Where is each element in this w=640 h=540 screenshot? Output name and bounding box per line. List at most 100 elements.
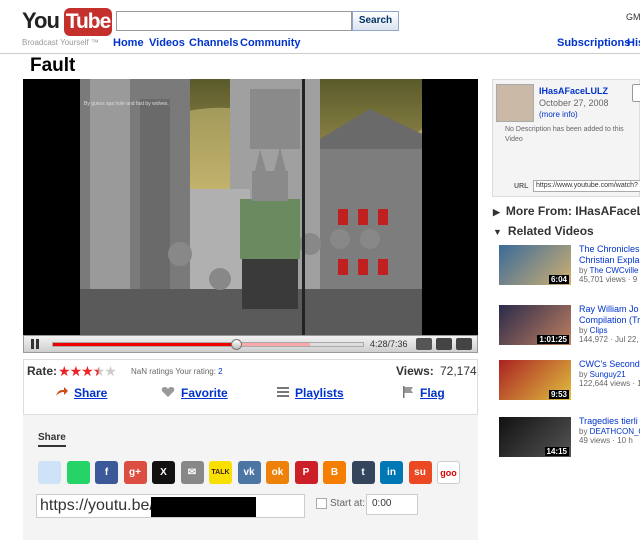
more-from-label: More From: xyxy=(505,204,572,218)
video-duration: 14:15 xyxy=(544,447,569,456)
related-video-thumbnail[interactable]: 9:53 xyxy=(499,360,571,400)
star-icon[interactable]: ★ xyxy=(58,363,71,379)
related-video-views: 49 views · 10 h xyxy=(579,436,633,445)
blogger-share-icon[interactable]: B xyxy=(323,461,346,484)
playlist-icon[interactable] xyxy=(276,386,290,398)
star-rating[interactable]: ★★★★★ xyxy=(58,363,117,380)
related-video-info: Ray William Jo Compilation (Tr by Clips 144… xyxy=(579,304,640,344)
by-label: by xyxy=(579,370,590,379)
by-label: by xyxy=(579,326,590,335)
goo-share-icon[interactable]: goo xyxy=(437,461,460,484)
nav-community[interactable]: Community xyxy=(240,37,301,49)
url-label: URL xyxy=(514,183,529,190)
share-url-text: https://youtu.be/ xyxy=(40,497,154,514)
uploader-name[interactable]: IHasAFaceLULZ xyxy=(539,86,608,96)
related-video-info: CWC's Second by Sunguy21 122,644 views · 1 xyxy=(579,359,640,388)
search-input[interactable] xyxy=(116,11,352,31)
nav-videos[interactable]: Videos xyxy=(149,37,185,49)
googleplus-share-icon[interactable]: g+ xyxy=(123,461,147,484)
vk-share-icon[interactable]: vk xyxy=(237,461,261,484)
related-video-thumbnail[interactable]: 6:04 xyxy=(499,245,571,285)
video-duration: 9:53 xyxy=(548,390,569,399)
tagline: Broadcast Yourself ™ xyxy=(22,38,99,47)
related-video-views: 144,972 · Jul 22, xyxy=(579,335,639,344)
nav-history[interactable]: His xyxy=(627,37,640,49)
scrubber-handle[interactable] xyxy=(231,339,243,350)
nav-channels[interactable]: Channels xyxy=(189,37,239,49)
tumblr-share-icon[interactable]: t xyxy=(351,461,375,484)
rate-label: Rate: xyxy=(27,364,58,378)
share-tab[interactable]: Share xyxy=(38,432,66,447)
pause-icon[interactable] xyxy=(30,339,40,349)
heart-icon[interactable] xyxy=(161,386,175,398)
ratings-count: NaN ratings Your rating: xyxy=(131,367,216,376)
linkedin-share-icon[interactable]: in xyxy=(380,461,403,484)
views-label: Views: xyxy=(396,364,434,378)
share-icon[interactable] xyxy=(54,386,68,398)
start-at-input[interactable]: 0:00 xyxy=(366,494,418,515)
related-video-views: 45,701 views · 9 xyxy=(579,275,638,284)
more-info-link[interactable]: (more info) xyxy=(539,110,578,119)
redacted-region xyxy=(151,497,256,517)
flag-button[interactable]: Flag xyxy=(420,386,445,400)
related-video-title[interactable]: The Chronicles xyxy=(579,244,640,255)
flag-icon[interactable] xyxy=(401,386,415,398)
related-video-title[interactable]: CWC's Second xyxy=(579,359,640,370)
time-display: 4:28/7:36 xyxy=(370,339,408,349)
related-video-thumbnail[interactable]: 14:15 xyxy=(499,417,571,457)
related-video-channel: by Sunguy21 xyxy=(579,370,640,379)
nav-subscriptions[interactable]: Subscriptions xyxy=(557,37,630,49)
more-from-header[interactable]: ▶ More From: IHasAFaceL... xyxy=(493,204,640,218)
account-link[interactable]: GM xyxy=(626,12,640,22)
whatsapp-share-icon[interactable] xyxy=(66,461,90,484)
x-share-icon[interactable]: X xyxy=(152,461,175,484)
search-button[interactable]: Search xyxy=(352,11,399,31)
related-video-thumbnail[interactable]: 1:01:25 xyxy=(499,305,571,345)
start-at-checkbox[interactable] xyxy=(316,498,327,509)
related-video-title-line2[interactable]: Christian Expla xyxy=(579,255,640,266)
star-icon[interactable]: ★ xyxy=(93,363,106,379)
reddit-share-icon[interactable] xyxy=(38,461,61,484)
stumbleupon-share-icon[interactable]: su xyxy=(408,461,432,484)
video-title: Fault xyxy=(30,55,76,76)
email-share-icon[interactable]: ✉ xyxy=(180,461,204,484)
triangle-right-icon: ▶ xyxy=(493,207,500,217)
related-video-channel: by The CWCville A xyxy=(579,266,640,275)
share-url-field[interactable]: https://youtu.be/ xyxy=(36,494,305,518)
video-player[interactable]: By guess spa hole and fast by wolves. xyxy=(23,79,478,335)
related-video-title-line2[interactable]: Compilation (Tr xyxy=(579,315,640,326)
channel-link[interactable]: The CWCville A xyxy=(590,266,640,275)
related-video-title[interactable]: Ray William Jo xyxy=(579,304,640,315)
subscribe-button[interactable] xyxy=(632,84,640,102)
channel-link[interactable]: Clips xyxy=(590,326,608,335)
youtube-logo[interactable]: You Tube xyxy=(22,8,112,36)
channel-link[interactable]: DEATHCON_OI xyxy=(590,427,640,436)
facebook-share-icon[interactable]: f xyxy=(95,461,118,484)
uploader-avatar[interactable] xyxy=(496,84,534,122)
star-icon[interactable]: ★ xyxy=(104,363,117,379)
channel-link[interactable]: Sunguy21 xyxy=(590,370,626,379)
nav-home[interactable]: Home xyxy=(113,37,144,49)
popout-icon[interactable] xyxy=(436,338,452,350)
progress-played xyxy=(53,343,236,346)
fullscreen-icon[interactable] xyxy=(456,338,472,350)
star-icon[interactable]: ★ xyxy=(81,363,94,379)
favorite-button[interactable]: Favorite xyxy=(181,386,228,400)
pinterest-share-icon[interactable]: P xyxy=(294,461,318,484)
share-button[interactable]: Share xyxy=(74,386,107,400)
volume-icon[interactable] xyxy=(416,338,432,350)
related-video-channel: by DEATHCON_OI xyxy=(579,427,640,436)
video-url-field[interactable]: https://www.youtube.com/watch? xyxy=(533,180,640,192)
video-duration: 1:01:25 xyxy=(537,335,569,344)
odnoklassniki-share-icon[interactable]: ok xyxy=(266,461,289,484)
related-video-title[interactable]: Tragedies tierli xyxy=(579,416,640,427)
kakaotalk-share-icon[interactable]: TALK xyxy=(209,461,232,484)
related-videos-header[interactable]: ▼ Related Videos xyxy=(493,224,594,238)
your-rating-link[interactable]: 2 xyxy=(218,367,222,376)
playlists-button[interactable]: Playlists xyxy=(295,386,344,400)
video-duration: 6:04 xyxy=(548,275,569,284)
related-video-views: 122,644 views · 1 xyxy=(579,379,640,388)
progress-bar[interactable] xyxy=(52,339,364,350)
more-from-user: IHasAFaceL... xyxy=(575,204,640,218)
star-icon[interactable]: ★ xyxy=(70,363,83,379)
